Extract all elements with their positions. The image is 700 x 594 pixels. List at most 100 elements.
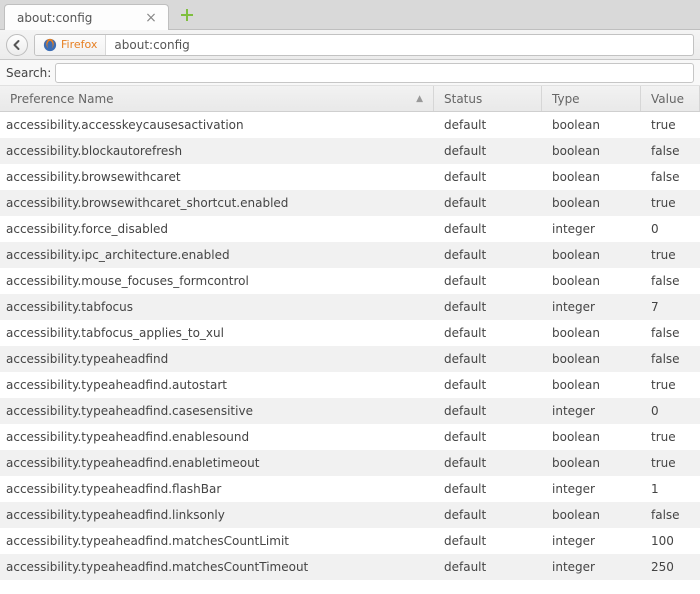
site-identity[interactable]: Firefox bbox=[35, 35, 106, 55]
preference-row[interactable]: accessibility.typeaheadfind.casesensitiv… bbox=[0, 398, 700, 424]
pref-type: boolean bbox=[542, 352, 641, 366]
search-bar: Search: bbox=[0, 60, 700, 86]
pref-name: accessibility.typeaheadfind.flashBar bbox=[0, 482, 434, 496]
preference-row[interactable]: accessibility.browsewithcaretdefaultbool… bbox=[0, 164, 700, 190]
pref-type: integer bbox=[542, 534, 641, 548]
pref-status: default bbox=[434, 352, 542, 366]
preference-row[interactable]: accessibility.typeaheadfind.matchesCount… bbox=[0, 554, 700, 580]
pref-type: boolean bbox=[542, 196, 641, 210]
pref-value: false bbox=[641, 508, 700, 522]
pref-name: accessibility.mouse_focuses_formcontrol bbox=[0, 274, 434, 288]
pref-value: true bbox=[641, 378, 700, 392]
preference-row[interactable]: accessibility.accesskeycausesactivationd… bbox=[0, 112, 700, 138]
pref-name: accessibility.typeaheadfind bbox=[0, 352, 434, 366]
pref-value: 1 bbox=[641, 482, 700, 496]
firefox-icon bbox=[43, 38, 57, 52]
column-header-status-label: Status bbox=[444, 92, 482, 106]
pref-name: accessibility.typeaheadfind.matchesCount… bbox=[0, 560, 434, 574]
new-tab-button[interactable] bbox=[175, 3, 199, 27]
column-header-row: Preference Name ▲ Status Type Value bbox=[0, 86, 700, 112]
preference-row[interactable]: accessibility.browsewithcaret_shortcut.e… bbox=[0, 190, 700, 216]
preference-row[interactable]: accessibility.ipc_architecture.enabledde… bbox=[0, 242, 700, 268]
pref-status: default bbox=[434, 508, 542, 522]
sort-ascending-icon: ▲ bbox=[416, 94, 423, 104]
pref-status: default bbox=[434, 222, 542, 236]
pref-value: 7 bbox=[641, 300, 700, 314]
pref-name: accessibility.typeaheadfind.autostart bbox=[0, 378, 434, 392]
pref-status: default bbox=[434, 482, 542, 496]
pref-status: default bbox=[434, 326, 542, 340]
preference-row[interactable]: accessibility.blockautorefreshdefaultboo… bbox=[0, 138, 700, 164]
column-header-type[interactable]: Type bbox=[542, 86, 641, 111]
pref-type: boolean bbox=[542, 144, 641, 158]
back-button[interactable] bbox=[6, 34, 28, 56]
pref-name: accessibility.typeaheadfind.enabletimeou… bbox=[0, 456, 434, 470]
pref-status: default bbox=[434, 118, 542, 132]
column-header-value[interactable]: Value bbox=[641, 86, 700, 111]
pref-value: 250 bbox=[641, 560, 700, 574]
pref-name: accessibility.typeaheadfind.casesensitiv… bbox=[0, 404, 434, 418]
preference-row[interactable]: accessibility.tabfocusdefaultinteger7 bbox=[0, 294, 700, 320]
preference-row[interactable]: accessibility.force_disableddefaultinteg… bbox=[0, 216, 700, 242]
pref-type: boolean bbox=[542, 508, 641, 522]
pref-status: default bbox=[434, 248, 542, 262]
pref-name: accessibility.typeaheadfind.enablesound bbox=[0, 430, 434, 444]
column-header-status[interactable]: Status bbox=[434, 86, 542, 111]
pref-type: boolean bbox=[542, 118, 641, 132]
pref-status: default bbox=[434, 196, 542, 210]
preference-row[interactable]: accessibility.typeaheadfind.flashBardefa… bbox=[0, 476, 700, 502]
pref-type: integer bbox=[542, 482, 641, 496]
close-tab-icon[interactable]: × bbox=[144, 11, 158, 25]
pref-name: accessibility.force_disabled bbox=[0, 222, 434, 236]
pref-type: boolean bbox=[542, 430, 641, 444]
pref-value: false bbox=[641, 326, 700, 340]
pref-name: accessibility.browsewithcaret_shortcut.e… bbox=[0, 196, 434, 210]
column-header-type-label: Type bbox=[552, 92, 580, 106]
navigation-toolbar: Firefox about:config bbox=[0, 30, 700, 60]
pref-status: default bbox=[434, 430, 542, 444]
pref-status: default bbox=[434, 170, 542, 184]
pref-type: integer bbox=[542, 404, 641, 418]
pref-value: false bbox=[641, 144, 700, 158]
pref-status: default bbox=[434, 534, 542, 548]
column-header-name[interactable]: Preference Name ▲ bbox=[0, 86, 434, 111]
pref-type: boolean bbox=[542, 456, 641, 470]
pref-type: boolean bbox=[542, 248, 641, 262]
pref-status: default bbox=[434, 300, 542, 314]
pref-name: accessibility.accesskeycausesactivation bbox=[0, 118, 434, 132]
pref-value: 100 bbox=[641, 534, 700, 548]
preferences-table: accessibility.accesskeycausesactivationd… bbox=[0, 112, 700, 580]
preference-row[interactable]: accessibility.typeaheadfind.linksonlydef… bbox=[0, 502, 700, 528]
column-header-value-label: Value bbox=[651, 92, 684, 106]
url-bar[interactable]: Firefox about:config bbox=[34, 34, 694, 56]
pref-type: boolean bbox=[542, 326, 641, 340]
preference-row[interactable]: accessibility.typeaheadfind.enabletimeou… bbox=[0, 450, 700, 476]
pref-value: true bbox=[641, 456, 700, 470]
pref-name: accessibility.typeaheadfind.matchesCount… bbox=[0, 534, 434, 548]
pref-name: accessibility.tabfocus_applies_to_xul bbox=[0, 326, 434, 340]
pref-status: default bbox=[434, 456, 542, 470]
pref-value: false bbox=[641, 274, 700, 288]
pref-value: true bbox=[641, 430, 700, 444]
pref-name: accessibility.browsewithcaret bbox=[0, 170, 434, 184]
preference-row[interactable]: accessibility.tabfocus_applies_to_xuldef… bbox=[0, 320, 700, 346]
pref-value: 0 bbox=[641, 222, 700, 236]
pref-type: boolean bbox=[542, 274, 641, 288]
pref-name: accessibility.blockautorefresh bbox=[0, 144, 434, 158]
preference-row[interactable]: accessibility.mouse_focuses_formcontrold… bbox=[0, 268, 700, 294]
pref-value: true bbox=[641, 118, 700, 132]
search-input[interactable] bbox=[55, 63, 694, 83]
pref-status: default bbox=[434, 274, 542, 288]
preference-row[interactable]: accessibility.typeaheadfind.matchesCount… bbox=[0, 528, 700, 554]
pref-type: boolean bbox=[542, 170, 641, 184]
search-label: Search: bbox=[4, 66, 51, 80]
preference-row[interactable]: accessibility.typeaheadfinddefaultboolea… bbox=[0, 346, 700, 372]
browser-tab[interactable]: about:config × bbox=[4, 4, 169, 30]
pref-status: default bbox=[434, 144, 542, 158]
preference-row[interactable]: accessibility.typeaheadfind.enablesoundd… bbox=[0, 424, 700, 450]
preference-row[interactable]: accessibility.typeaheadfind.autostartdef… bbox=[0, 372, 700, 398]
pref-name: accessibility.ipc_architecture.enabled bbox=[0, 248, 434, 262]
pref-status: default bbox=[434, 404, 542, 418]
pref-value: false bbox=[641, 352, 700, 366]
tab-title: about:config bbox=[17, 11, 144, 25]
